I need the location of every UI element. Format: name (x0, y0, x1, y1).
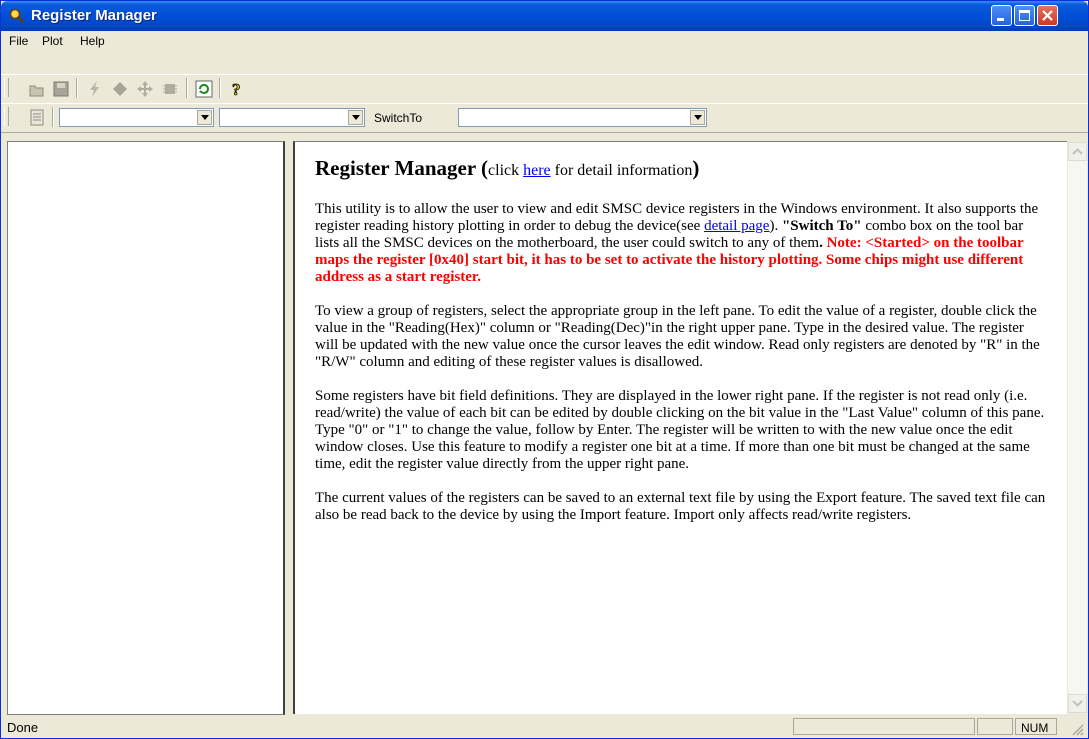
main-toolbar: ? (1, 74, 1088, 104)
switch-toolbar: SwitchTo (1, 103, 1088, 133)
menu-plot[interactable]: Plot (42, 34, 63, 48)
app-window: Register Manager File Plot Help ? Switch… (0, 0, 1089, 739)
title-rest-text: for detail information (550, 162, 693, 179)
close-icon (1042, 10, 1053, 21)
close-button[interactable] (1037, 5, 1058, 26)
document-icon[interactable] (28, 109, 46, 127)
minimize-icon (997, 18, 1004, 21)
chevron-up-icon (1072, 148, 1083, 155)
refresh-icon[interactable] (195, 80, 213, 98)
register-group-tree[interactable] (7, 141, 285, 715)
num-lock-indicator: NUM (1021, 721, 1049, 735)
scroll-up-button[interactable] (1068, 142, 1087, 161)
export-paragraph: The current values of the registers can … (315, 490, 1046, 523)
tag-icon[interactable] (111, 80, 129, 98)
register-combo[interactable] (219, 108, 365, 127)
help-question-icon[interactable]: ? (228, 80, 246, 100)
intro-text-b: ). (769, 218, 782, 234)
toolbar-separator (186, 78, 188, 98)
title-paren-open: ( (475, 156, 489, 180)
dropdown-arrow[interactable] (348, 110, 363, 125)
window-title: Register Manager (31, 7, 157, 24)
title-click-text: click (488, 162, 524, 179)
help-content-pane: Register Manager (click here for detail … (293, 141, 1067, 714)
switch-to-bold: "Switch To" (781, 218, 862, 234)
toolbar-grip[interactable] (4, 78, 9, 97)
status-bar: Done NUM (1, 715, 1088, 738)
chip-icon[interactable] (161, 80, 179, 98)
resize-grip-icon[interactable] (1071, 723, 1084, 739)
dropdown-arrow[interactable] (690, 110, 705, 125)
toolbar-separator (76, 78, 78, 98)
page-title: Register Manager (click here for detail … (315, 158, 1050, 180)
menu-file[interactable]: File (9, 34, 28, 48)
group-combo[interactable] (59, 108, 214, 127)
app-magnifier-icon (9, 8, 25, 24)
chevron-down-icon (1072, 700, 1083, 707)
maximize-button[interactable] (1014, 5, 1035, 26)
title-bar[interactable]: Register Manager (1, 1, 1088, 31)
save-icon[interactable] (52, 80, 70, 98)
open-folder-icon[interactable] (28, 80, 46, 98)
minimize-button[interactable] (991, 5, 1012, 26)
switch-to-combo[interactable] (458, 108, 707, 127)
move-icon[interactable] (136, 80, 154, 98)
toolbar-grip[interactable] (4, 107, 9, 126)
toolbar-separator (52, 107, 54, 127)
vertical-scrollbar[interactable] (1068, 142, 1087, 713)
menu-bar: File Plot Help (1, 31, 1088, 51)
chevron-down-icon (694, 115, 702, 120)
status-panel (793, 718, 975, 735)
intro-paragraph: This utility is to allow the user to vie… (315, 201, 1050, 286)
toolbar-separator (219, 78, 221, 98)
detail-info-link[interactable]: here (523, 162, 551, 179)
chevron-down-icon (201, 115, 209, 120)
menu-help[interactable]: Help (80, 34, 105, 48)
lightning-icon[interactable] (86, 80, 104, 98)
status-panel (977, 718, 1013, 735)
svg-text:?: ? (232, 80, 241, 98)
switch-to-label: SwitchTo (374, 111, 423, 125)
scroll-down-button[interactable] (1068, 694, 1087, 713)
detail-page-link[interactable]: detail page (704, 218, 769, 234)
title-main: Register Manager (315, 156, 476, 180)
view-paragraph: To view a group of registers, select the… (315, 303, 1040, 370)
status-text: Done (7, 720, 39, 735)
dropdown-arrow[interactable] (197, 110, 212, 125)
chevron-down-icon (352, 115, 360, 120)
title-paren-close: ) (692, 156, 700, 180)
maximize-icon (1019, 10, 1030, 21)
bitfield-paragraph: Some registers have bit field definition… (315, 388, 1045, 472)
